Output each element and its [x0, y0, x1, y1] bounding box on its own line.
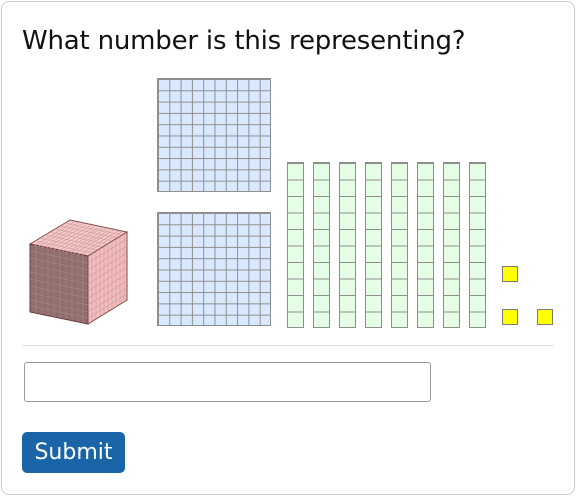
ten-rod [313, 162, 330, 328]
ten-rod [469, 162, 486, 328]
ten-rod [391, 162, 408, 328]
one-unit [537, 309, 553, 325]
submit-button[interactable]: Submit [22, 432, 125, 473]
thousand-cube [28, 218, 129, 332]
ten-rod [443, 162, 460, 328]
ten-rod [287, 162, 304, 328]
hundred-flat [157, 78, 271, 192]
answer-input[interactable] [24, 362, 431, 402]
ten-rod [417, 162, 434, 328]
cube-icon [28, 219, 129, 325]
base-ten-blocks [0, 0, 578, 340]
divider [22, 345, 554, 346]
hundred-flat [157, 212, 271, 326]
ten-rod [339, 162, 356, 328]
ten-rod [365, 162, 382, 328]
one-unit [502, 266, 518, 282]
one-unit [502, 309, 518, 325]
